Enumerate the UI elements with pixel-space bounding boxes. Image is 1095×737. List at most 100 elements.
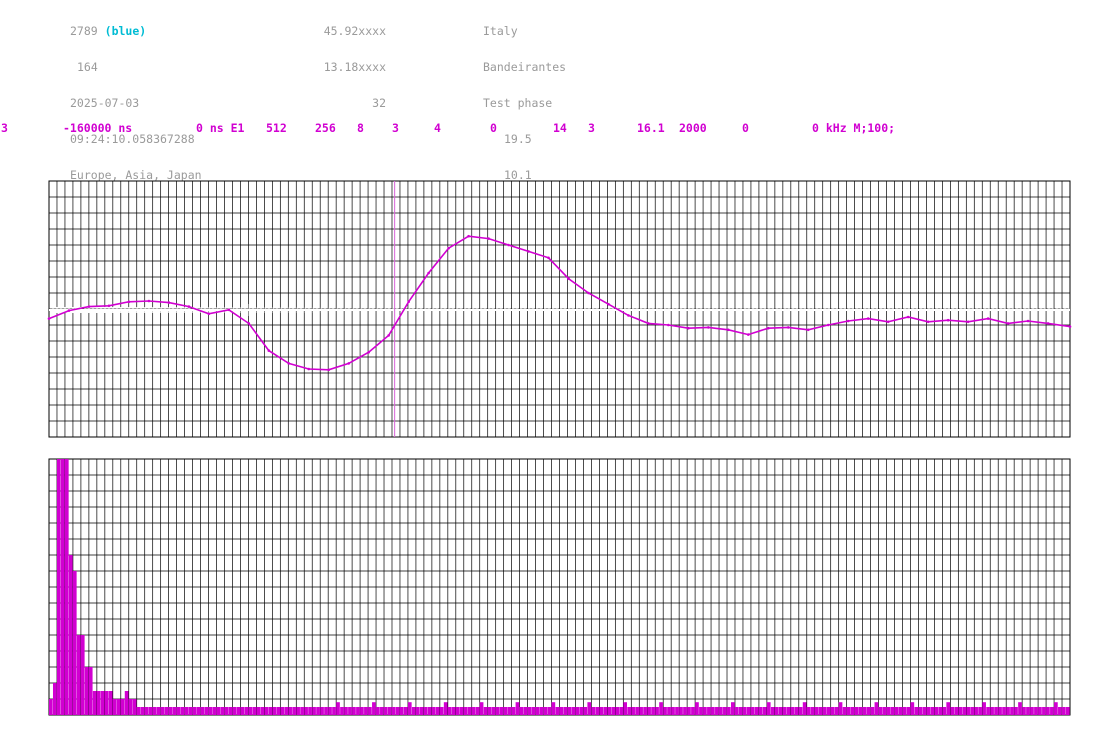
plots-canvas [47, 180, 1072, 716]
waveform-point [926, 320, 930, 324]
histogram-bar [84, 667, 89, 715]
histogram-bar [750, 707, 755, 715]
histogram-bar [128, 699, 133, 715]
histogram-bar [463, 707, 468, 715]
histogram-bar [583, 707, 588, 715]
histogram-bar [451, 707, 456, 715]
histogram-bar [447, 707, 452, 715]
waveform-point [886, 320, 890, 324]
waveform-point [1068, 325, 1072, 328]
histogram-bar [384, 707, 388, 715]
histogram-bar [431, 707, 436, 715]
histogram-bar [890, 707, 895, 715]
histogram-bar [443, 702, 448, 715]
histogram-bar [659, 702, 663, 715]
histogram-bar [998, 707, 1002, 715]
histogram-bar [372, 702, 376, 715]
histogram-bar [886, 707, 891, 715]
histogram-bar [746, 707, 751, 715]
histogram-bar [284, 707, 288, 715]
histogram-bar [487, 707, 492, 715]
histogram-bar [164, 707, 169, 715]
histogram-bar [388, 707, 392, 715]
histogram-bar [328, 707, 332, 715]
histogram-bar [938, 707, 943, 715]
waveform-point [826, 323, 830, 327]
histogram-bar [687, 707, 691, 715]
waveform-point [287, 362, 291, 365]
histogram-bar [1022, 707, 1026, 715]
histogram-bar [870, 707, 875, 715]
histogram-bar [790, 707, 795, 715]
histogram-bar [1030, 707, 1034, 715]
histogram-bar [272, 707, 277, 715]
histogram-bar [551, 702, 556, 715]
histogram-bar [587, 702, 592, 715]
histogram-bar [607, 707, 612, 715]
waveform-point [327, 368, 331, 372]
histogram-bar [926, 707, 931, 715]
histogram-bar [547, 707, 552, 715]
waveform-point [87, 305, 91, 308]
histogram-bar [930, 707, 935, 715]
histogram-bar [224, 707, 229, 715]
waveform-point [647, 322, 650, 325]
histogram-bar [794, 707, 799, 715]
waveform-point [966, 320, 970, 324]
waveform-point [786, 326, 790, 329]
histogram-bar [619, 707, 624, 715]
histogram-bar [866, 707, 871, 715]
histogram-bar [49, 699, 53, 715]
histogram-bar [543, 707, 548, 715]
histogram-bar [1054, 702, 1058, 715]
histogram-bar [172, 707, 177, 715]
histogram-bar [814, 707, 819, 715]
histogram-bar [248, 707, 253, 715]
histogram-bar [854, 707, 859, 715]
histogram-bar [340, 707, 344, 715]
waveform-point [307, 367, 311, 371]
histogram-bar [368, 707, 372, 715]
histogram-bar [511, 707, 516, 715]
histogram-bar [1014, 707, 1018, 715]
waveform-point [707, 326, 710, 329]
histogram-bar [707, 707, 711, 715]
histogram-bar [176, 707, 181, 715]
histogram-bar [818, 707, 823, 715]
histogram-bar [671, 707, 675, 715]
waveform-point [147, 299, 151, 303]
histogram-bar [715, 707, 719, 715]
histogram-bar [539, 707, 544, 715]
histogram-bar [922, 707, 927, 715]
histogram-bar [204, 707, 209, 715]
histogram-bar [495, 707, 500, 715]
histogram-bar [200, 707, 205, 715]
histogram-bar [571, 707, 576, 715]
histogram-bar [256, 707, 261, 715]
histogram-bar [415, 707, 420, 715]
histogram-bar [711, 707, 715, 715]
histogram-bar [882, 707, 887, 715]
waveform-point [107, 304, 111, 308]
histogram-bar [324, 707, 328, 715]
waveform-point [267, 349, 271, 352]
histogram-bar [667, 707, 671, 715]
histogram-bar [399, 707, 404, 715]
histogram-bar [575, 707, 580, 715]
histogram-bar [439, 707, 444, 715]
histogram-bar [994, 707, 998, 715]
histogram-bar [599, 707, 604, 715]
histogram-bar [675, 707, 679, 715]
histogram-bar [64, 459, 69, 715]
histogram-bar [683, 707, 687, 715]
histogram-bar [332, 707, 336, 715]
waveform-point [127, 300, 131, 304]
histogram-bar [268, 707, 273, 715]
histogram-bar [519, 707, 524, 715]
histogram-bar [647, 707, 651, 715]
histogram-bar [148, 707, 153, 715]
histogram-bar [467, 707, 472, 715]
waveform-point [507, 243, 510, 247]
waveform-point [487, 237, 490, 240]
histogram-bar [104, 691, 109, 715]
